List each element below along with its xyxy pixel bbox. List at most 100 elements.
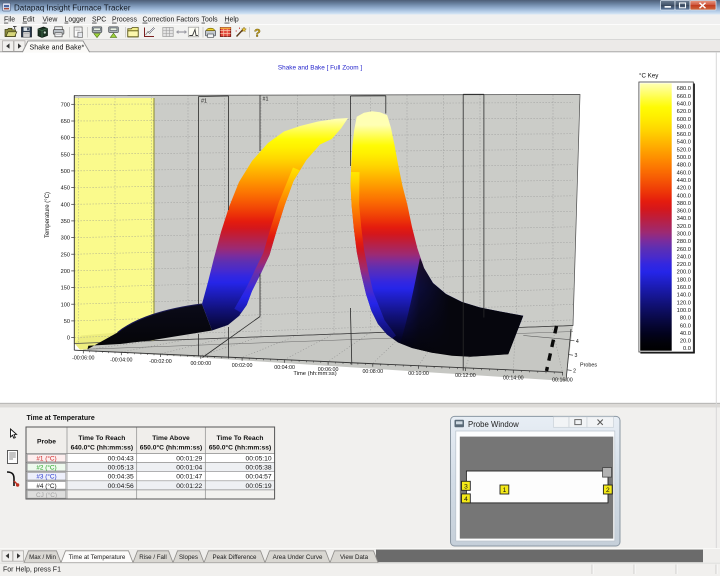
svg-text:100.0: 100.0 <box>677 308 691 314</box>
svg-text:400.0: 400.0 <box>677 193 691 199</box>
svg-text:620.0: 620.0 <box>677 109 691 115</box>
svg-text:00:04:43: 00:04:43 <box>108 456 134 463</box>
svg-text:Time (hh:mm:ss): Time (hh:mm:ss) <box>293 371 336 377</box>
svg-text:450: 450 <box>61 186 70 192</box>
svg-text:480.0: 480.0 <box>677 163 691 169</box>
svg-text:360.0: 360.0 <box>677 209 691 215</box>
svg-text:#1: #1 <box>201 99 207 105</box>
svg-text:00:12:00: 00:12:00 <box>455 373 476 379</box>
svg-text:-00:02:00: -00:02:00 <box>149 359 171 365</box>
svg-text:00:04:57: 00:04:57 <box>246 474 272 481</box>
svg-text:40.0: 40.0 <box>680 331 691 337</box>
svg-text:Probes: Probes <box>580 363 597 369</box>
svg-text:180.0: 180.0 <box>677 277 691 283</box>
svg-text:SPC: SPC <box>92 17 106 24</box>
svg-text:Temperature (°C): Temperature (°C) <box>45 192 51 238</box>
svg-text:Shake and Bake [ Full Zoom ]: Shake and Bake [ Full Zoom ] <box>278 65 362 72</box>
svg-text:00:01:22: 00:01:22 <box>176 483 202 490</box>
svg-text:00:10:00: 00:10:00 <box>408 371 429 377</box>
svg-text:680.0: 680.0 <box>677 86 691 92</box>
svg-text:500: 500 <box>61 169 70 175</box>
svg-text:250: 250 <box>61 252 70 258</box>
svg-text:Max / Min: Max / Min <box>29 554 56 561</box>
svg-text:100: 100 <box>61 302 70 308</box>
svg-text:Process: Process <box>112 17 137 24</box>
svg-text:For Help, press F1: For Help, press F1 <box>3 567 61 574</box>
svg-text:00:08:00: 00:08:00 <box>362 369 383 375</box>
svg-text:200: 200 <box>61 269 70 275</box>
svg-text:500.0: 500.0 <box>677 155 691 161</box>
svg-text:Rise / Fall: Rise / Fall <box>139 554 167 561</box>
svg-text:View: View <box>43 17 58 24</box>
svg-text:440.0: 440.0 <box>677 178 691 184</box>
svg-text:0: 0 <box>67 336 70 342</box>
svg-text:00:01:04: 00:01:04 <box>176 465 202 472</box>
svg-text:Time To Reach: Time To Reach <box>78 435 125 442</box>
svg-text:00:05:19: 00:05:19 <box>246 483 272 490</box>
svg-text:00:16:00: 00:16:00 <box>552 378 573 384</box>
svg-text:420.0: 420.0 <box>677 186 691 192</box>
svg-text:#2 (°C): #2 (°C) <box>36 464 56 472</box>
svg-text:60.0: 60.0 <box>680 323 691 329</box>
svg-text:200.0: 200.0 <box>677 270 691 276</box>
svg-text:Help: Help <box>225 17 239 24</box>
svg-text:Time Above: Time Above <box>152 435 190 442</box>
svg-text:160.0: 160.0 <box>677 285 691 291</box>
svg-text:00:01:29: 00:01:29 <box>176 456 202 463</box>
svg-text:350: 350 <box>61 219 70 225</box>
svg-text:2: 2 <box>606 487 610 494</box>
svg-text:Shake and Bake*: Shake and Bake* <box>30 43 85 51</box>
svg-text:Probe: Probe <box>37 439 56 446</box>
svg-text:00:01:47: 00:01:47 <box>176 474 202 481</box>
svg-text:Slopes: Slopes <box>179 554 198 561</box>
svg-text:Time at Temperature: Time at Temperature <box>69 554 126 561</box>
svg-text:CJ (°C): CJ (°C) <box>36 491 57 499</box>
svg-text:560.0: 560.0 <box>677 132 691 138</box>
svg-text:540.0: 540.0 <box>677 140 691 146</box>
svg-text:700: 700 <box>61 102 70 108</box>
svg-text:150: 150 <box>61 286 70 292</box>
svg-text:340.0: 340.0 <box>677 216 691 222</box>
svg-text:260.0: 260.0 <box>677 247 691 253</box>
svg-text:Time at Temperature: Time at Temperature <box>27 415 95 422</box>
svg-text:00:02:00: 00:02:00 <box>232 363 253 369</box>
svg-text:380.0: 380.0 <box>677 201 691 207</box>
svg-text:-00:04:00: -00:04:00 <box>110 357 132 363</box>
svg-text:1: 1 <box>503 487 507 494</box>
svg-text:80.0: 80.0 <box>680 316 691 322</box>
svg-text:300: 300 <box>61 236 70 242</box>
svg-text:Edit: Edit <box>23 17 35 24</box>
svg-text:4: 4 <box>464 496 468 503</box>
svg-text:°C Key: °C Key <box>639 73 659 80</box>
svg-text:650: 650 <box>61 119 70 125</box>
svg-text:0.0: 0.0 <box>683 346 691 352</box>
svg-text:Logger: Logger <box>65 17 87 24</box>
svg-text:120.0: 120.0 <box>677 300 691 306</box>
svg-text:Tools: Tools <box>202 17 219 24</box>
svg-text:520.0: 520.0 <box>677 147 691 153</box>
svg-text:Time To Reach: Time To Reach <box>216 435 263 442</box>
svg-text:240.0: 240.0 <box>677 254 691 260</box>
svg-text:280.0: 280.0 <box>677 239 691 245</box>
svg-text:140.0: 140.0 <box>677 293 691 299</box>
svg-text:#4 (°C): #4 (°C) <box>36 482 56 490</box>
svg-text:Correction Factors: Correction Factors <box>143 17 200 24</box>
svg-text:3: 3 <box>575 353 578 359</box>
svg-text:600: 600 <box>61 136 70 142</box>
svg-text:00:04:56: 00:04:56 <box>108 483 134 490</box>
svg-text:640.0: 640.0 <box>677 102 691 108</box>
svg-text:Datapaq Insight Furnace Tracke: Datapaq Insight Furnace Tracker <box>14 3 131 12</box>
svg-text:400: 400 <box>61 202 70 208</box>
svg-text:Peak Difference: Peak Difference <box>213 554 257 561</box>
svg-text:2: 2 <box>573 368 576 374</box>
svg-text:File: File <box>4 17 15 24</box>
svg-text:00:00:00: 00:00:00 <box>190 361 211 367</box>
svg-text:220.0: 220.0 <box>677 262 691 268</box>
svg-text:600.0: 600.0 <box>677 117 691 123</box>
svg-text:460.0: 460.0 <box>677 170 691 176</box>
svg-text:00:04:35: 00:04:35 <box>108 474 134 481</box>
svg-text:#1 (°C): #1 (°C) <box>36 455 56 463</box>
svg-text:View Data: View Data <box>340 554 369 561</box>
svg-text:300.0: 300.0 <box>677 232 691 238</box>
svg-text:50: 50 <box>64 319 70 325</box>
